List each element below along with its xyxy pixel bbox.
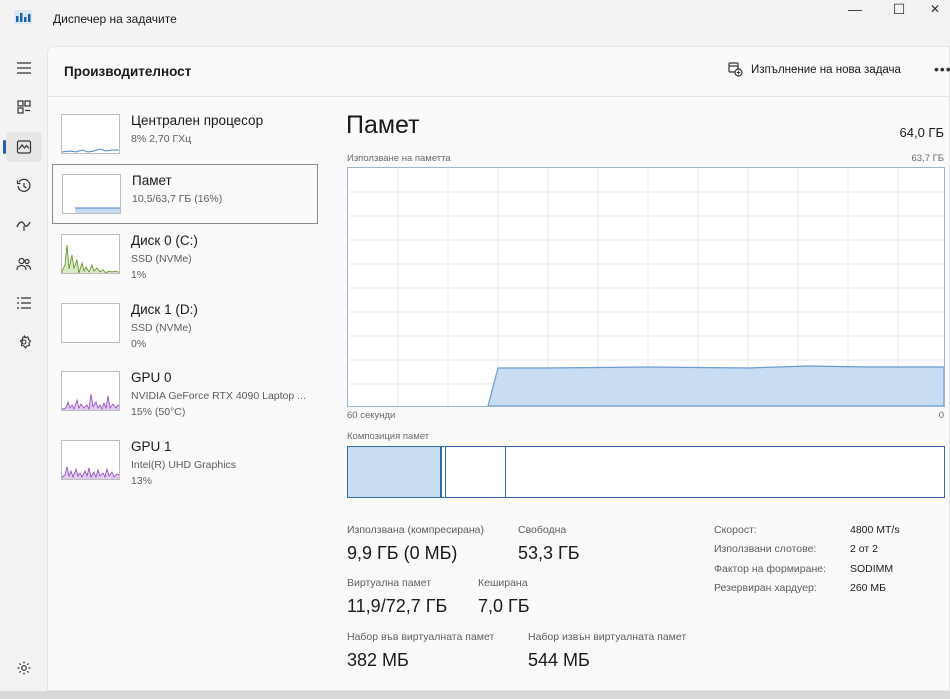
device-name: GPU 0 — [131, 370, 172, 385]
startup-apps-icon — [16, 221, 31, 231]
memory-total: 64,0 ГБ — [899, 125, 944, 140]
time-left-label: 60 секунди — [347, 410, 396, 421]
device-name: Централен процесор — [131, 113, 264, 128]
paged-pool-value: 382 МБ — [347, 650, 409, 670]
reserved-label: Резервиран хардуер: — [714, 582, 817, 594]
details-icon — [17, 297, 31, 309]
composition-in-use — [348, 447, 442, 497]
form-factor-value: SODIMM — [850, 563, 894, 575]
device-detail: NVIDIA GeForce RTX 4090 Laptop ... — [131, 390, 306, 402]
nav-services[interactable] — [6, 327, 42, 357]
memory-title: Памет — [346, 111, 420, 139]
device-usage: 13% — [131, 475, 153, 487]
page-header: Производителност Изпълнение на нова зада… — [48, 47, 950, 97]
speed-value: 4800 MT/s — [850, 524, 900, 536]
gpu-0-thumbnail — [61, 371, 120, 411]
cpu-thumbnail — [61, 114, 120, 154]
run-new-task-label: Изпълнение на нова задача — [751, 63, 901, 76]
disk-0-thumbnail — [61, 234, 120, 274]
settings-icon — [17, 661, 31, 675]
window-title: Диспечер на задачите — [53, 12, 177, 26]
paged-pool-label: Набор във виртуалната памет — [347, 631, 495, 643]
usage-label: Използване на паметта — [347, 153, 451, 164]
nav-processes[interactable] — [6, 92, 42, 122]
app-history-icon — [16, 178, 31, 192]
device-gpu-1[interactable]: GPU 1 Intel(R) UHD Graphics 13% — [52, 431, 318, 491]
device-name: Памет — [132, 173, 172, 188]
nav-app-history[interactable] — [6, 171, 42, 201]
run-task-icon — [728, 62, 743, 77]
close-button[interactable]: ✕ — [920, 0, 950, 24]
title-bar: Диспечер на задачите — ☐ ✕ — [0, 0, 950, 38]
cached-label: Кеширана — [478, 577, 528, 589]
virtual-label: Виртуална памет — [347, 577, 432, 589]
device-disk-1[interactable]: Диск 1 (D:) SSD (NVMe) 0% — [52, 294, 318, 354]
hamburger-menu-icon — [17, 62, 31, 74]
memory-usage-graph — [347, 167, 945, 407]
slots-value: 2 от 2 — [850, 543, 878, 555]
memory-usage-chart — [348, 168, 944, 406]
minimize-button[interactable]: — — [832, 0, 878, 24]
task-manager-app-icon — [14, 10, 32, 24]
device-gpu-0[interactable]: GPU 0 NVIDIA GeForce RTX 4090 Laptop ...… — [52, 362, 318, 422]
more-options-button[interactable]: ••• — [934, 61, 950, 77]
device-detail: 8% 2,70 ГХц — [131, 133, 192, 145]
composition-label: Композиция памет — [347, 431, 430, 442]
nav-users[interactable] — [6, 249, 42, 279]
time-right-label: 0 — [938, 410, 944, 421]
cached-value: 7,0 ГБ — [478, 596, 530, 616]
free-label: Свободна — [518, 524, 567, 536]
slots-label: Използвани слотове: — [714, 543, 817, 555]
nonpaged-pool-label: Набор извън виртуалната памет — [528, 631, 687, 643]
maximize-button[interactable]: ☐ — [876, 0, 922, 24]
used-value: 9,9 ГБ (0 МБ) — [347, 543, 458, 563]
device-detail: SSD (NVMe) — [131, 253, 192, 265]
nav-menu-button[interactable] — [6, 53, 42, 83]
device-usage: 0% — [131, 338, 147, 350]
reserved-value: 260 МБ — [850, 582, 887, 594]
disk-1-thumbnail — [61, 303, 120, 343]
device-memory[interactable]: Памет 10,5/63,7 ГБ (16%) — [52, 164, 318, 224]
nav-details[interactable] — [6, 288, 42, 318]
memory-composition-bar — [347, 446, 945, 498]
device-name: Диск 0 (C:) — [131, 233, 198, 248]
form-factor-label: Фактор на формиране: — [714, 563, 827, 575]
memory-thumbnail — [62, 174, 121, 214]
taskbar-edge — [0, 691, 950, 699]
speed-label: Скорост: — [714, 524, 757, 536]
processes-icon — [17, 100, 31, 114]
composition-modified — [445, 447, 506, 497]
main-panel: Производителност Изпълнение на нова зада… — [47, 46, 950, 691]
performance-icon — [16, 140, 32, 154]
page-title: Производителност — [64, 64, 192, 79]
device-detail: 10,5/63,7 ГБ (16%) — [132, 193, 223, 205]
device-usage: 15% (50°C) — [131, 406, 186, 418]
used-label: Използвана (компресирана) — [347, 524, 485, 536]
device-cpu[interactable]: Централен процесор 8% 2,70 ГХц — [52, 105, 318, 165]
nav-settings[interactable] — [6, 653, 42, 683]
device-usage: 1% — [131, 269, 147, 281]
nav-startup-apps[interactable] — [6, 210, 42, 240]
device-detail: SSD (NVMe) — [131, 322, 192, 334]
memory-usage-area — [487, 365, 944, 406]
nonpaged-pool-value: 544 МБ — [528, 650, 590, 670]
nav-performance[interactable] — [3, 132, 42, 162]
services-icon — [19, 335, 32, 349]
device-name: GPU 1 — [131, 439, 172, 454]
virtual-value: 11,9/72,7 ГБ — [347, 596, 448, 616]
usage-max-label: 63,7 ГБ — [911, 153, 944, 164]
device-disk-0[interactable]: Диск 0 (C:) SSD (NVMe) 1% — [52, 225, 318, 285]
run-new-task-button[interactable]: Изпълнение на нова задача — [728, 62, 901, 77]
users-icon — [16, 257, 32, 271]
free-value: 53,3 ГБ — [518, 543, 580, 563]
navigation-rail — [0, 46, 47, 699]
device-detail: Intel(R) UHD Graphics — [131, 459, 237, 471]
device-name: Диск 1 (D:) — [131, 302, 198, 317]
gpu-1-thumbnail — [61, 440, 120, 480]
